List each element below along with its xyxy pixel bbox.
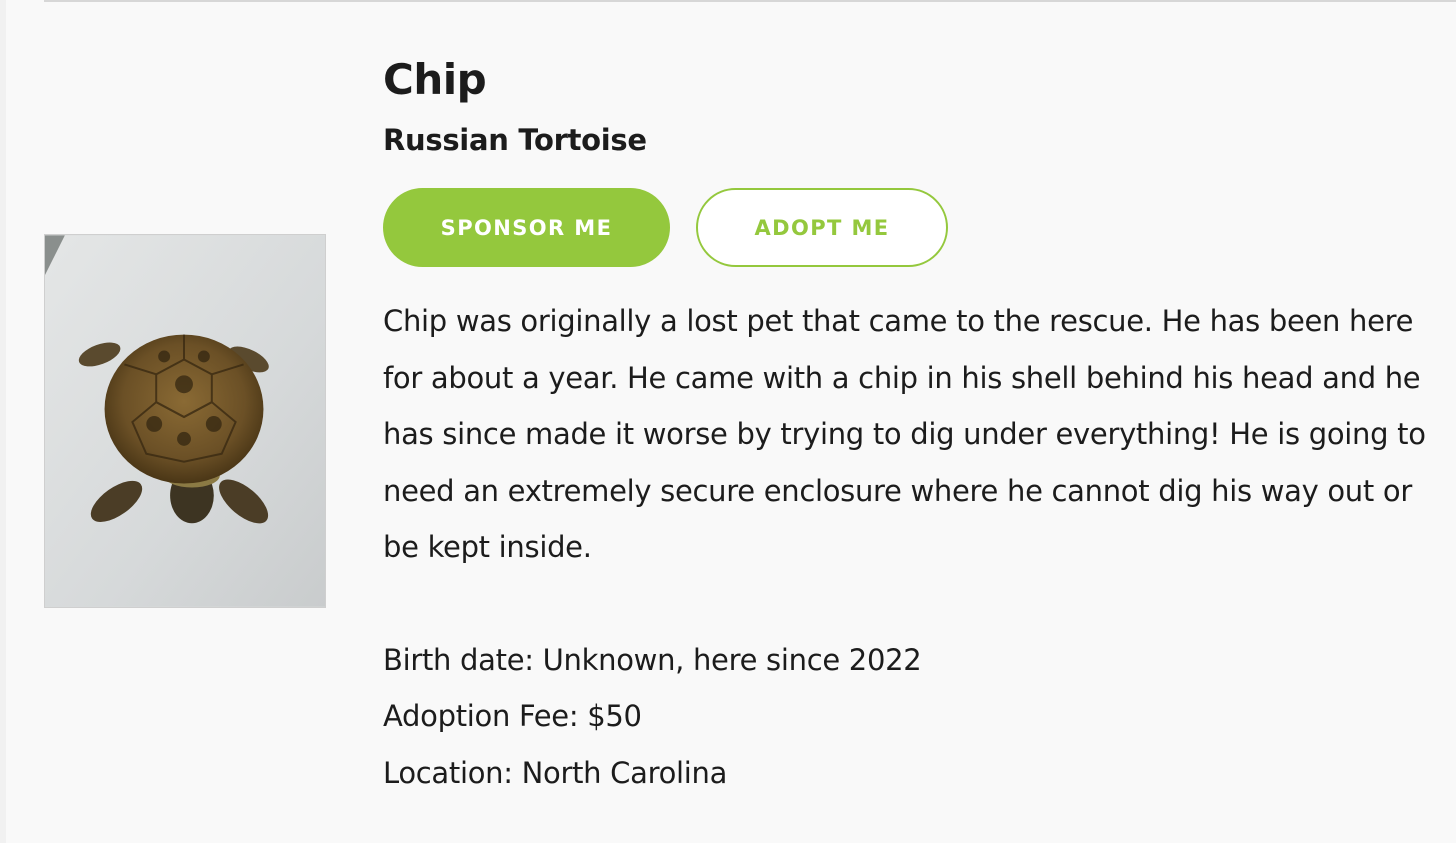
sponsor-me-button[interactable]: SPONSOR ME [383, 188, 670, 267]
pet-photo [44, 234, 326, 608]
pet-name: Chip [383, 55, 487, 104]
location-fact: Location: North Carolina [383, 755, 728, 790]
pet-species: Russian Tortoise [383, 123, 647, 157]
top-divider [44, 0, 1456, 2]
birth-date-fact: Birth date: Unknown, here since 2022 [383, 642, 922, 677]
action-buttons: SPONSOR ME ADOPT ME [383, 188, 1433, 268]
adopt-me-button[interactable]: ADOPT ME [696, 188, 948, 267]
adoption-fee-fact: Adoption Fee: $50 [383, 699, 642, 733]
tortoise-photo-icon [45, 235, 325, 607]
pet-description: Chip was originally a lost pet that came… [383, 304, 1426, 564]
pet-details: Chip Russian Tortoise SPONSOR ME ADOPT M… [383, 52, 1433, 801]
pet-facts: Birth date: Unknown, here since 2022 Ado… [383, 632, 1433, 802]
